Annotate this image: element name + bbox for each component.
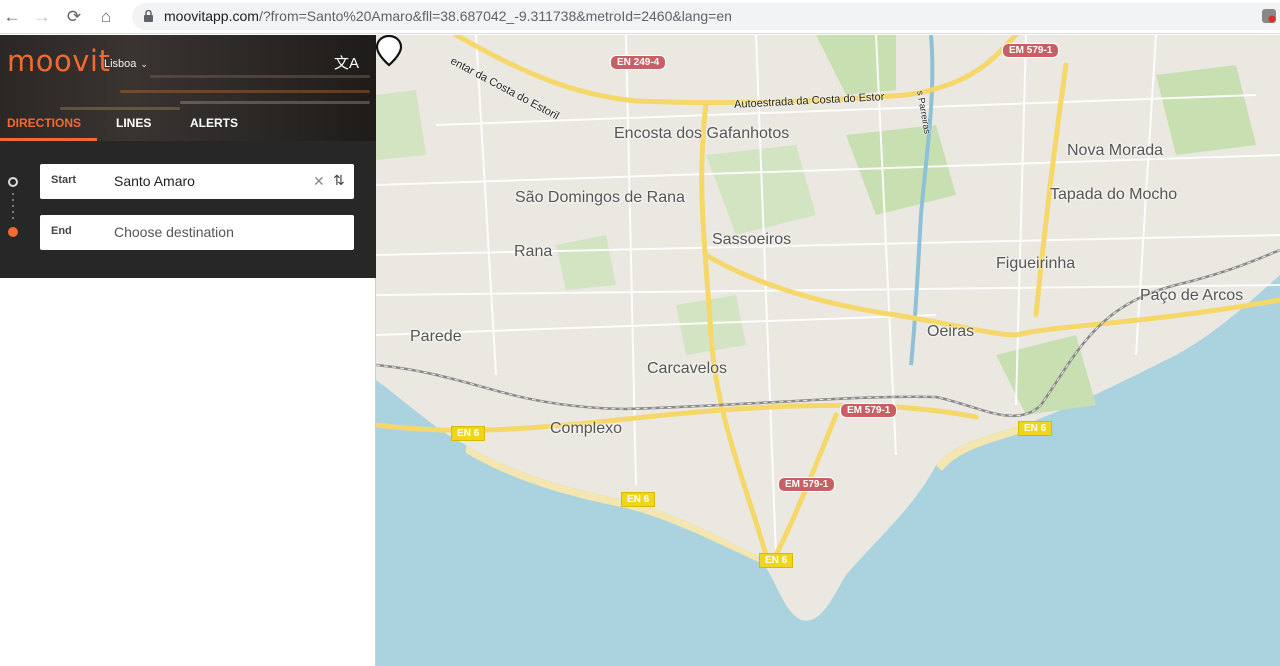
place-label: Carcavelos <box>647 360 728 377</box>
end-label: End <box>51 225 72 237</box>
place-label: Paço de Arcos <box>1140 287 1244 304</box>
road-shield: EM 579-1 <box>778 477 836 492</box>
location-pin-icon[interactable] <box>376 35 402 67</box>
home-icon[interactable]: ⌂ <box>94 5 118 29</box>
road-shield: EN 6 <box>621 492 656 507</box>
start-label: Start <box>51 174 77 186</box>
map-canvas <box>376 35 1280 666</box>
lock-icon <box>144 10 153 22</box>
url-path: /?from=Santo%20Amaro&fll=38.687042_-9.31… <box>258 8 732 24</box>
address-bar[interactable]: moovitapp.com/?from=Santo%20Amaro&fll=38… <box>132 3 1280 30</box>
extension-icon[interactable] <box>1262 9 1276 23</box>
start-marker-icon <box>8 177 18 187</box>
end-input[interactable]: Choose destination <box>114 224 234 240</box>
header-banner: moovit Lisboa ⌄ 文A DIRECTIONS LINES ALERT… <box>0 35 376 141</box>
directions-form: Start Santo Amaro ✕ ⇅ End Choose destina… <box>0 141 376 278</box>
road-shield: EM 579-1 <box>840 403 898 418</box>
place-label: Complexo <box>550 420 623 437</box>
place-label: São Domingos de Rana <box>515 189 685 206</box>
tab-directions[interactable]: DIRECTIONS <box>7 116 81 130</box>
directions-panel: moovit Lisboa ⌄ 文A DIRECTIONS LINES ALERT… <box>0 35 376 666</box>
city-selector[interactable]: Lisboa ⌄ <box>104 58 148 70</box>
place-label: Encosta dos Gafanhotos <box>614 125 790 142</box>
city-name: Lisboa <box>104 58 137 70</box>
tab-bar: DIRECTIONS LINES ALERTS <box>0 113 376 141</box>
place-label: Figueirinha <box>996 255 1076 272</box>
road-shield: EN 6 <box>1018 421 1053 436</box>
map-view[interactable]: Encosta dos Gafanhotos São Domingos de R… <box>376 35 1280 666</box>
road-shield: EM 579-1 <box>1002 43 1060 58</box>
url-host: moovitapp.com <box>164 8 259 24</box>
route-dot <box>12 193 14 195</box>
start-field[interactable]: Start Santo Amaro ✕ ⇅ <box>40 164 354 199</box>
road-shield: EN 6 <box>759 553 794 568</box>
place-label: Parede <box>410 328 462 345</box>
back-icon[interactable]: ← <box>0 5 24 29</box>
clear-icon[interactable]: ✕ <box>313 173 325 190</box>
chevron-down-icon: ⌄ <box>140 59 148 69</box>
start-input[interactable]: Santo Amaro <box>114 173 195 189</box>
language-icon[interactable]: 文A <box>334 52 359 73</box>
place-label: Tapada do Mocho <box>1050 186 1178 203</box>
place-label: Rana <box>514 243 553 260</box>
place-label: Sassoeiros <box>712 231 792 248</box>
browser-toolbar: ← → ⟳ ⌂ moovitapp.com/?from=Santo%20Amar… <box>0 0 1280 34</box>
forward-icon[interactable]: → <box>30 5 54 29</box>
end-field[interactable]: End Choose destination <box>40 215 354 250</box>
route-dot <box>12 211 14 213</box>
road-shield: EN 6 <box>451 426 486 441</box>
road-shield: EN 249-4 <box>610 55 667 70</box>
route-dot <box>12 199 14 201</box>
reload-icon[interactable]: ⟳ <box>62 5 86 29</box>
route-dot <box>12 217 14 219</box>
url-text: moovitapp.com/?from=Santo%20Amaro&fll=38… <box>164 8 732 24</box>
moovit-logo[interactable]: moovit <box>7 44 110 78</box>
tab-lines[interactable]: LINES <box>116 116 151 130</box>
place-label: Nova Morada <box>1067 142 1164 159</box>
end-marker-icon <box>8 227 18 237</box>
route-dot <box>12 205 14 207</box>
tab-alerts[interactable]: ALERTS <box>190 116 238 130</box>
swap-icon[interactable]: ⇅ <box>333 172 345 189</box>
place-label: Oeiras <box>927 323 975 340</box>
